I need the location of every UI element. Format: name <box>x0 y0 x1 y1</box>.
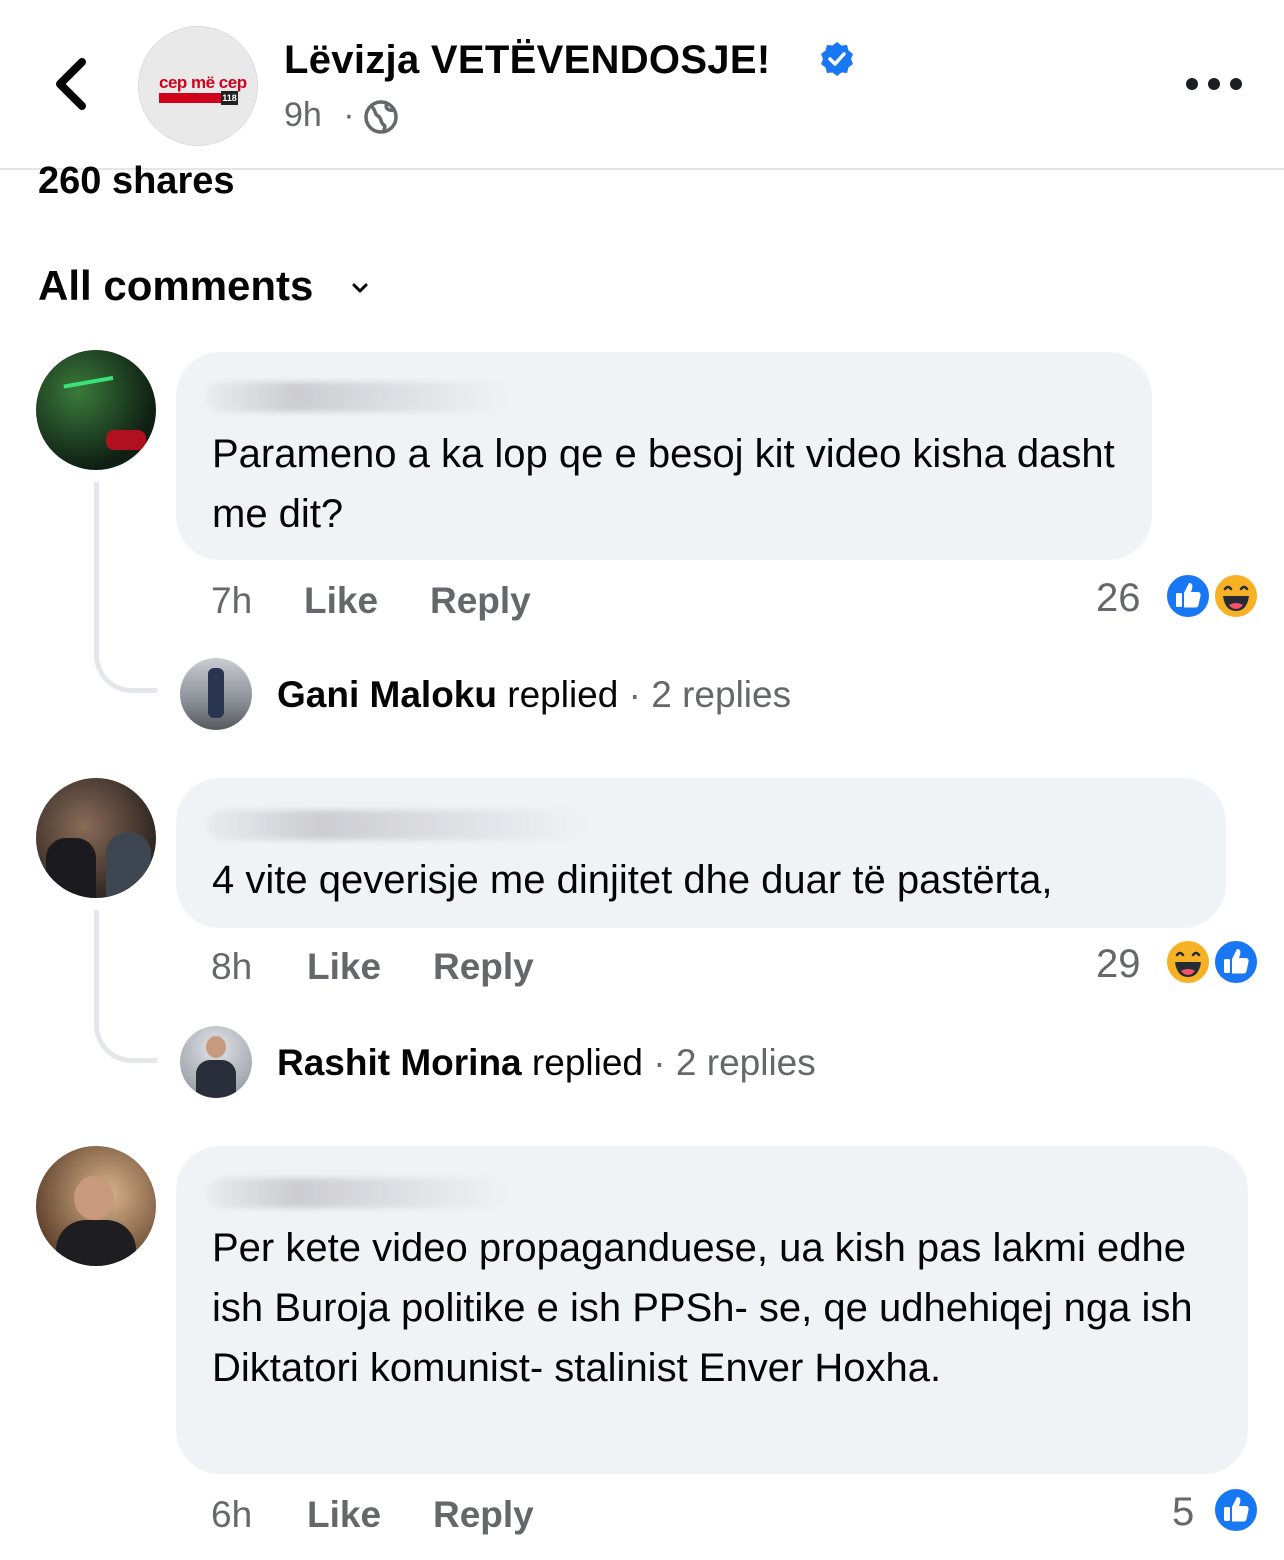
haha-reaction-icon <box>1213 573 1259 619</box>
chevron-down-icon[interactable] <box>350 278 370 298</box>
avatar-detail <box>106 430 146 450</box>
replied-label: replied <box>531 1042 643 1083</box>
replier-name: Rashit Morina <box>277 1042 522 1083</box>
haha-reaction-icon <box>1165 939 1211 985</box>
reply-count: 2 replies <box>651 674 792 715</box>
like-reaction-icon <box>1165 573 1211 619</box>
reaction-count[interactable]: 26 <box>1096 576 1141 621</box>
chevron-left-icon <box>56 58 86 110</box>
thread-line <box>94 910 157 1063</box>
shares-count[interactable]: 260 shares <box>38 160 235 203</box>
like-button[interactable]: Like <box>304 580 378 622</box>
replied-label: replied <box>507 674 619 715</box>
post-header: cep më cep 118 Lëvizja VETËVENDOSJE! 9h … <box>0 0 1284 170</box>
more-options-button[interactable] <box>1180 66 1248 102</box>
verified-badge-icon <box>821 42 853 76</box>
comment-bubble[interactable]: 4 vite qeverisje me dinjitet dhe duar të… <box>176 778 1226 928</box>
avatar-logo-stripe <box>159 93 221 103</box>
avatar-detail <box>74 1176 114 1220</box>
comment-time[interactable]: 8h <box>211 946 252 988</box>
more-dots-icon <box>1186 78 1198 90</box>
comment-author-redacted <box>206 1178 506 1208</box>
comment-avatar[interactable] <box>36 778 156 898</box>
avatar-detail <box>196 1060 236 1098</box>
comment-time[interactable]: 7h <box>211 580 252 622</box>
more-dot <box>1208 78 1220 90</box>
like-button[interactable]: Like <box>307 1494 381 1536</box>
replier-name: Gani Maloku <box>277 674 497 715</box>
globe-icon <box>364 100 398 134</box>
reply-button[interactable]: Reply <box>433 1494 534 1536</box>
more-dot <box>1230 78 1242 90</box>
reply-avatar[interactable] <box>180 1026 252 1098</box>
comment-author-redacted <box>206 810 586 840</box>
comment-bubble[interactable]: Parameno a ka lop qe e besoj kit video k… <box>176 352 1152 560</box>
reply-separator: · <box>628 674 641 715</box>
comment-text: 4 vite qeverisje me dinjitet dhe duar të… <box>212 858 1053 902</box>
comment-avatar[interactable] <box>36 350 156 470</box>
post-time[interactable]: 9h · <box>284 96 355 135</box>
thread-line <box>94 482 157 693</box>
reply-button[interactable]: Reply <box>433 946 534 988</box>
comment-text: Parameno a ka lop qe e besoj kit video k… <box>212 432 1115 536</box>
comment-avatar[interactable] <box>36 1146 156 1266</box>
comment-text: Per kete video propaganduese, ua kish pa… <box>212 1226 1193 1390</box>
like-reaction-icon <box>1213 1487 1259 1533</box>
comment-bubble[interactable]: Per kete video propaganduese, ua kish pa… <box>176 1146 1248 1474</box>
back-button[interactable] <box>44 52 104 116</box>
view-replies-link[interactable]: Gani Maloku replied · 2 replies <box>277 674 791 716</box>
post-time-value: 9h <box>284 96 322 134</box>
like-button[interactable]: Like <box>307 946 381 988</box>
avatar-logo-text: cep më cep <box>159 73 247 92</box>
avatar-detail <box>106 833 151 898</box>
avatar-detail <box>208 668 224 718</box>
reaction-count[interactable]: 5 <box>1172 1490 1194 1535</box>
avatar-logo-badge: 118 <box>221 91 238 105</box>
page-name[interactable]: Lëvizja VETËVENDOSJE! <box>284 38 770 83</box>
reply-button[interactable]: Reply <box>430 580 531 622</box>
like-reaction-icon <box>1213 939 1259 985</box>
time-separator: · <box>343 96 355 134</box>
reply-separator: · <box>653 1042 666 1083</box>
avatar-detail <box>206 1036 226 1058</box>
avatar-detail <box>56 1220 136 1266</box>
comment-author-redacted <box>206 382 506 412</box>
view-replies-link[interactable]: Rashit Morina replied · 2 replies <box>277 1042 816 1084</box>
comment-time[interactable]: 6h <box>211 1494 252 1536</box>
avatar-detail <box>63 375 119 419</box>
reaction-count[interactable]: 29 <box>1096 942 1141 987</box>
reply-avatar[interactable] <box>180 658 252 730</box>
avatar-detail <box>46 838 96 898</box>
page-avatar[interactable]: cep më cep 118 <box>138 26 258 146</box>
reply-count: 2 replies <box>675 1042 816 1083</box>
comment-sort-dropdown[interactable]: All comments <box>38 262 313 310</box>
